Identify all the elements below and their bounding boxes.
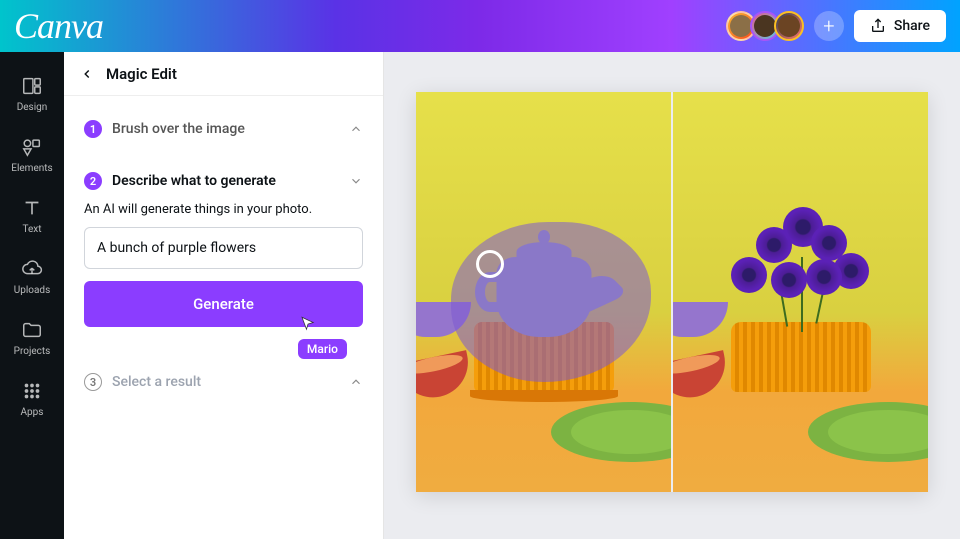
generated-flowers — [721, 197, 881, 327]
rail-label: Text — [22, 224, 41, 235]
step-1-header[interactable]: 1 Brush over the image — [84, 110, 363, 148]
step-number: 1 — [84, 120, 102, 138]
decor-bowl — [416, 350, 474, 404]
share-button[interactable]: Share — [854, 10, 946, 42]
app-root: Canva + Share Design — [0, 0, 960, 539]
rail-item-text[interactable]: Text — [0, 186, 64, 245]
rail-label: Projects — [14, 346, 51, 357]
back-button[interactable] — [80, 67, 94, 81]
step-number: 2 — [84, 172, 102, 190]
step-2-header[interactable]: 2 Describe what to generate — [84, 162, 363, 200]
decor-plate — [808, 402, 928, 462]
header-actions: + Share — [726, 10, 946, 42]
rail-label: Apps — [21, 407, 44, 418]
apps-icon — [20, 379, 44, 403]
projects-icon — [20, 318, 44, 342]
rail-item-elements[interactable]: Elements — [0, 125, 64, 184]
canva-logo[interactable]: Canva — [14, 5, 103, 47]
rail-label: Elements — [11, 163, 52, 174]
step-label: Select a result — [112, 374, 201, 390]
panel-header: Magic Edit — [64, 52, 383, 96]
chevron-up-icon — [349, 375, 363, 389]
main-body: Design Elements Text Uploads — [0, 52, 960, 539]
side-rail: Design Elements Text Uploads — [0, 52, 64, 539]
brush-cursor-icon — [476, 250, 504, 278]
rail-item-design[interactable]: Design — [0, 64, 64, 123]
share-icon — [870, 18, 886, 34]
collaborator-cursor: Mario — [299, 315, 317, 333]
canvas-area[interactable] — [384, 52, 960, 539]
decor-teapot — [516, 242, 571, 262]
design-icon — [20, 74, 44, 98]
magic-edit-panel: Magic Edit 1 Brush over the image — [64, 52, 384, 539]
after-image[interactable] — [673, 92, 928, 492]
rail-label: Design — [17, 102, 48, 113]
chevron-down-icon — [349, 174, 363, 188]
share-label: Share — [894, 18, 930, 34]
before-after-pair — [416, 92, 928, 492]
decor-vase — [731, 322, 871, 392]
rail-item-projects[interactable]: Projects — [0, 308, 64, 367]
decor-teapot — [496, 257, 591, 337]
uploads-icon — [20, 257, 44, 281]
decor-teapot — [538, 230, 550, 244]
text-icon — [20, 196, 44, 220]
step-label: Brush over the image — [112, 121, 245, 137]
rail-label: Uploads — [14, 285, 50, 296]
step-number: 3 — [84, 373, 102, 391]
prompt-input[interactable] — [84, 227, 363, 269]
elements-icon — [20, 135, 44, 159]
decor-plate — [551, 402, 671, 462]
before-image[interactable] — [416, 92, 671, 492]
rail-item-apps[interactable]: Apps — [0, 369, 64, 428]
add-collaborator-button[interactable]: + — [814, 11, 844, 41]
chevron-up-icon — [349, 122, 363, 136]
step-description: An AI will generate things in your photo… — [84, 202, 363, 217]
rail-item-uploads[interactable]: Uploads — [0, 247, 64, 306]
generate-button[interactable]: Generate Mario — [84, 281, 363, 327]
decor-bowl — [673, 350, 731, 404]
top-header: Canva + Share — [0, 0, 960, 52]
panel-body: 1 Brush over the image 2 Describe what t… — [64, 96, 383, 539]
panel-title: Magic Edit — [106, 65, 177, 83]
cursor-name-tag: Mario — [298, 339, 347, 359]
avatar[interactable] — [774, 11, 804, 41]
step-label: Describe what to generate — [112, 173, 276, 189]
step-3-header[interactable]: 3 Select a result — [84, 363, 363, 401]
collaborator-avatars — [726, 11, 804, 41]
